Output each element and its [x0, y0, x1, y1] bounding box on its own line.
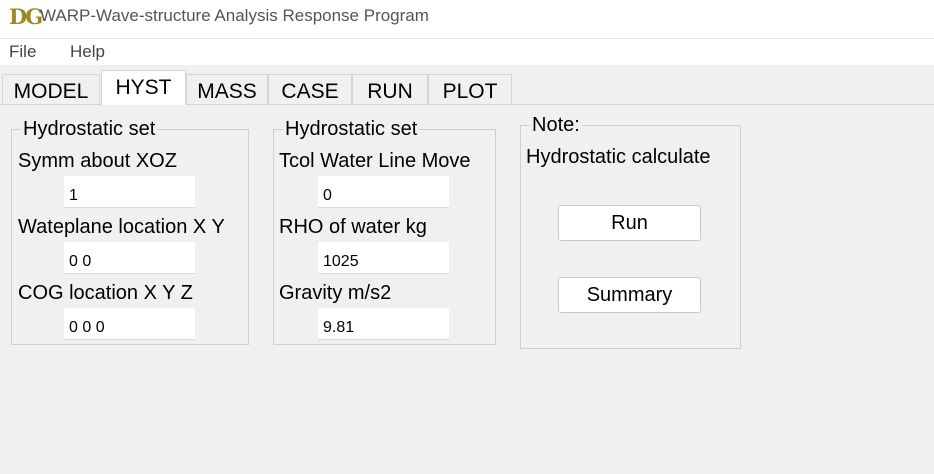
rho-water-label: RHO of water kg — [279, 216, 427, 238]
waterplane-location-label: Wateplane location X Y — [18, 216, 225, 238]
tab-mass[interactable]: MASS — [186, 74, 268, 104]
note-text: Hydrostatic calculate — [526, 146, 711, 168]
summary-button[interactable]: Summary — [558, 277, 701, 313]
tcol-water-line-input[interactable] — [318, 176, 449, 208]
run-button[interactable]: Run — [558, 205, 701, 241]
gravity-label: Gravity m/s2 — [279, 282, 392, 304]
menu-bar: File Help — [0, 39, 934, 65]
group-2-title: Hydrostatic set — [283, 118, 420, 141]
tcol-water-line-label: Tcol Water Line Move — [279, 150, 471, 172]
title-bar: DG WARP-Wave-structure Analysis Response… — [0, 0, 934, 39]
gravity-input[interactable] — [318, 308, 449, 340]
tab-plot[interactable]: PLOT — [428, 74, 512, 104]
tab-model[interactable]: MODEL — [2, 74, 100, 104]
waterplane-location-input[interactable] — [64, 242, 195, 274]
cog-location-input[interactable] — [64, 308, 195, 340]
group-1-title: Hydrostatic set — [21, 118, 158, 141]
menu-help[interactable]: Help — [70, 42, 105, 62]
tab-run[interactable]: RUN — [352, 74, 428, 104]
cog-location-label: COG location X Y Z — [18, 282, 193, 304]
tab-hyst[interactable]: HYST — [101, 70, 186, 105]
app-logo-icon: DG — [9, 4, 43, 29]
window-title: WARP-Wave-structure Analysis Response Pr… — [40, 6, 429, 25]
app-window: DG WARP-Wave-structure Analysis Response… — [0, 0, 934, 474]
symm-input[interactable] — [64, 176, 195, 208]
menu-file[interactable]: File — [9, 42, 36, 62]
tab-case[interactable]: CASE — [268, 74, 352, 104]
note-title: Note: — [530, 114, 582, 137]
symm-label: Symm about XOZ — [18, 150, 177, 172]
rho-water-input[interactable] — [318, 242, 449, 274]
